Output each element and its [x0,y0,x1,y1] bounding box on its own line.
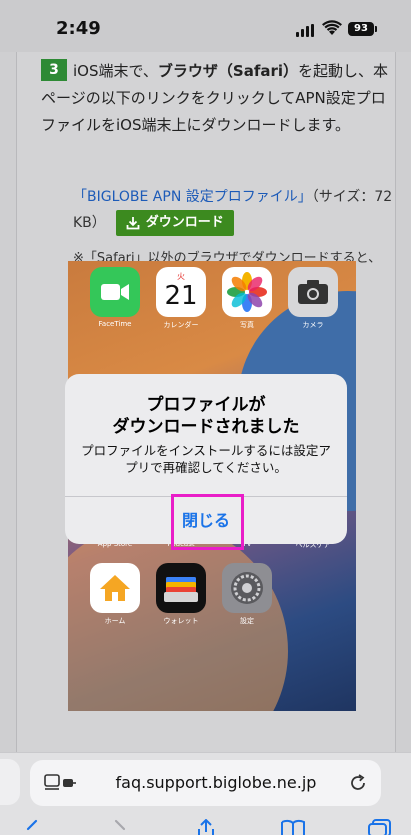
status-time: 2:49 [56,18,101,39]
settings-gear-icon [222,563,272,613]
apn-profile-link[interactable]: 「BIGLOBE APN 設定プロファイル」 [73,189,312,205]
status-bar: 2:49 93 [0,0,411,52]
app-settings: 設定 [214,563,280,626]
app-photos: 写真 [214,267,280,330]
download-icon [126,217,140,230]
facetime-icon [90,267,140,317]
app-calendar: 火 21 カレンダー [148,267,214,330]
app-wallet: ウォレット [148,563,214,626]
calendar-icon: 火 21 [156,267,206,317]
alert-title: プロファイルが ダウンロードされました [112,395,300,437]
battery-icon: 93 [348,22,377,36]
address-bar[interactable]: faq.support.biglobe.ne.jp [30,760,381,806]
page-menu-icon[interactable] [44,774,76,792]
cellular-signal-icon [296,24,316,37]
step-prefix: iOS端末で、 [73,62,158,80]
reload-icon[interactable] [348,773,368,793]
forward-arrow-icon[interactable] [106,819,132,835]
close-button-highlight [171,494,244,550]
step-instruction: 3 iOS端末で、ブラウザ（Safari）を起動し、本ページの以下のリンクをクリッ… [41,58,391,139]
camera-icon [288,267,338,317]
step-badge: 3 [41,59,67,81]
download-button[interactable]: ダウンロード [115,210,234,236]
back-arrow-icon[interactable] [20,819,46,835]
wifi-icon [322,20,342,35]
safari-bottom-bar: faq.support.biglobe.ne.jp [0,752,411,835]
wallet-icon [156,563,206,613]
download-label: ダウンロード [145,215,224,230]
download-row: 「BIGLOBE APN 設定プロファイル」（サイズ：72 KB） ダウンロード [73,184,393,236]
url-text[interactable]: faq.support.biglobe.ne.jp [106,760,326,806]
share-icon[interactable] [193,819,219,835]
alert-message: プロファイルをインストールするには設定アプリで再確認してください。 [81,443,331,475]
bookmarks-icon[interactable] [280,819,306,835]
step-bold: ブラウザ（Safari） [157,62,299,80]
tabs-icon[interactable] [367,819,393,835]
app-facetime: FaceTime [82,267,148,328]
previous-tab-peek[interactable] [0,759,20,805]
photos-icon [222,267,272,317]
home-icon [90,563,140,613]
app-camera: カメラ [280,267,346,330]
app-home: ホーム [82,563,148,626]
